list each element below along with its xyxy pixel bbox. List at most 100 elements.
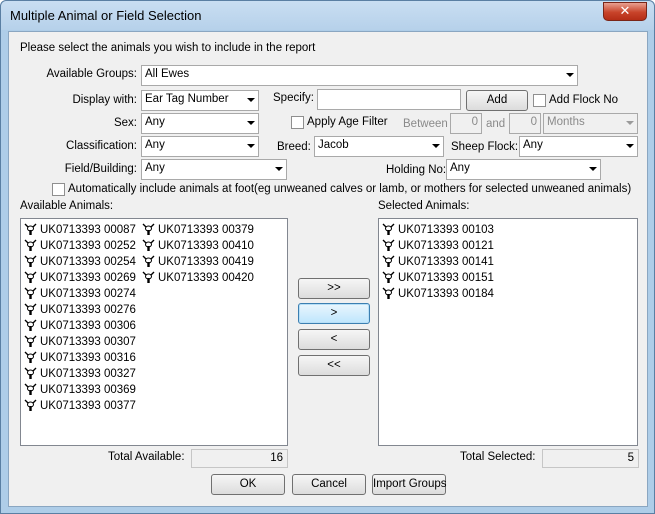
- list-item[interactable]: UK0713393 00103: [380, 222, 494, 238]
- breed-select[interactable]: Jacob: [314, 136, 444, 157]
- sex-label: Sex:: [113, 117, 137, 129]
- animal-tag: UK0713393 00274: [40, 288, 136, 300]
- list-item[interactable]: UK0713393 00184: [380, 286, 494, 302]
- add-flock-no-checkbox[interactable]: [533, 94, 546, 107]
- classification-select[interactable]: Any: [141, 136, 259, 157]
- available-groups-select[interactable]: All Ewes: [141, 65, 578, 86]
- remove-all-label: <<: [327, 359, 341, 371]
- breed-value: Jacob: [318, 139, 349, 151]
- list-item[interactable]: UK0713393 00121: [380, 238, 494, 254]
- animal-tag: UK0713393 00087: [40, 224, 136, 236]
- add-button[interactable]: Add: [466, 90, 528, 111]
- list-item[interactable]: UK0713393 00307: [22, 334, 136, 350]
- age-unit-select[interactable]: Months: [543, 113, 638, 134]
- list-item[interactable]: UK0713393 00276: [22, 302, 136, 318]
- import-groups-button[interactable]: Import Groups: [372, 474, 447, 495]
- remove-all-button[interactable]: <<: [298, 355, 370, 376]
- list-item[interactable]: UK0713393 00410: [140, 238, 254, 254]
- age-from-value: 0: [471, 116, 478, 128]
- holding-no-select[interactable]: Any: [446, 159, 601, 180]
- remove-selected-label: <: [330, 333, 338, 345]
- available-groups-value: All Ewes: [145, 68, 190, 80]
- age-to-value: 0: [530, 116, 537, 128]
- animal-tag: UK0713393 00316: [40, 352, 136, 364]
- list-item[interactable]: UK0713393 00269: [22, 270, 136, 286]
- sheep-icon: [382, 223, 395, 236]
- age-unit-value: Months: [547, 116, 585, 128]
- list-item[interactable]: UK0713393 00274: [22, 286, 136, 302]
- list-item[interactable]: UK0713393 00316: [22, 350, 136, 366]
- classification-label: Classification:: [66, 140, 137, 152]
- add-all-button[interactable]: >>: [298, 278, 370, 299]
- specify-input[interactable]: [317, 89, 461, 110]
- breed-label: Breed:: [277, 141, 311, 153]
- chevron-down-icon: [589, 167, 597, 171]
- holding-no-value: Any: [450, 162, 470, 174]
- apply-age-filter-label: Apply Age Filter: [307, 116, 388, 128]
- animal-tag: UK0713393 00419: [158, 256, 254, 268]
- list-item[interactable]: UK0713393 00327: [22, 366, 136, 382]
- cancel-label: Cancel: [311, 478, 347, 490]
- available-animals-list[interactable]: UK0713393 00087 UK0713393 00252 UK0713393 …: [20, 218, 288, 446]
- animal-tag: UK0713393 00269: [40, 272, 136, 284]
- sheep-icon: [24, 399, 37, 412]
- sheep-icon: [24, 239, 37, 252]
- field-building-value: Any: [145, 162, 165, 174]
- sheep-icon: [24, 335, 37, 348]
- sex-select[interactable]: Any: [141, 113, 259, 134]
- import-groups-label: Import Groups: [373, 478, 447, 490]
- field-building-label: Field/Building:: [64, 163, 137, 175]
- ok-button[interactable]: OK: [211, 474, 285, 495]
- cancel-button[interactable]: Cancel: [292, 474, 366, 495]
- sheep-icon: [24, 351, 37, 364]
- age-to-input[interactable]: 0: [509, 113, 541, 134]
- list-item[interactable]: UK0713393 00252: [22, 238, 136, 254]
- list-item[interactable]: UK0713393 00141: [380, 254, 494, 270]
- list-item[interactable]: UK0713393 00377: [22, 398, 136, 414]
- animal-tag: UK0713393 00276: [40, 304, 136, 316]
- field-building-select[interactable]: Any: [141, 159, 287, 180]
- list-item[interactable]: UK0713393 00254: [22, 254, 136, 270]
- ok-label: OK: [239, 478, 257, 490]
- selected-animals-list[interactable]: UK0713393 00103 UK0713393 00121 UK0713393 …: [378, 218, 638, 446]
- sheep-flock-select[interactable]: Any: [519, 136, 638, 157]
- sheep-icon: [382, 271, 395, 284]
- sheep-icon: [24, 223, 37, 236]
- between-label: Between: [403, 118, 448, 130]
- and-label: and: [486, 118, 506, 130]
- list-item[interactable]: UK0713393 00419: [140, 254, 254, 270]
- list-item[interactable]: UK0713393 00306: [22, 318, 136, 334]
- chevron-down-icon: [247, 98, 255, 102]
- list-item[interactable]: UK0713393 00369: [22, 382, 136, 398]
- total-selected-value: 5: [542, 449, 639, 468]
- age-from-input[interactable]: 0: [450, 113, 482, 134]
- list-item[interactable]: UK0713393 00379: [140, 222, 254, 238]
- sheep-icon: [142, 223, 155, 236]
- list-item[interactable]: UK0713393 00087: [22, 222, 136, 238]
- chevron-down-icon: [626, 144, 634, 148]
- sheep-icon: [24, 319, 37, 332]
- animal-tag: UK0713393 00103: [398, 224, 494, 236]
- apply-age-filter-checkbox[interactable]: [291, 116, 304, 129]
- display-with-select[interactable]: Ear Tag Number: [141, 90, 259, 111]
- remove-selected-button[interactable]: <: [298, 329, 370, 350]
- auto-include-checkbox[interactable]: [52, 183, 65, 196]
- animal-tag: UK0713393 00379: [158, 224, 254, 236]
- sheep-icon: [24, 271, 37, 284]
- sheep-icon: [382, 255, 395, 268]
- list-item[interactable]: UK0713393 00151: [380, 270, 494, 286]
- sheep-icon: [24, 287, 37, 300]
- animal-tag: UK0713393 00307: [40, 336, 136, 348]
- animal-tag: UK0713393 00327: [40, 368, 136, 380]
- add-selected-button[interactable]: >: [298, 303, 370, 324]
- sheep-icon: [382, 287, 395, 300]
- sheep-icon: [142, 255, 155, 268]
- add-selected-label: >: [330, 307, 338, 319]
- instruction-text: Please select the animals you wish to in…: [20, 42, 316, 54]
- total-available-number: 16: [270, 452, 283, 464]
- list-item[interactable]: UK0713393 00420: [140, 270, 254, 286]
- animal-tag: UK0713393 00151: [398, 272, 494, 284]
- chevron-down-icon: [275, 167, 283, 171]
- close-button[interactable]: ✕: [603, 2, 647, 21]
- add-button-label: Add: [486, 94, 508, 106]
